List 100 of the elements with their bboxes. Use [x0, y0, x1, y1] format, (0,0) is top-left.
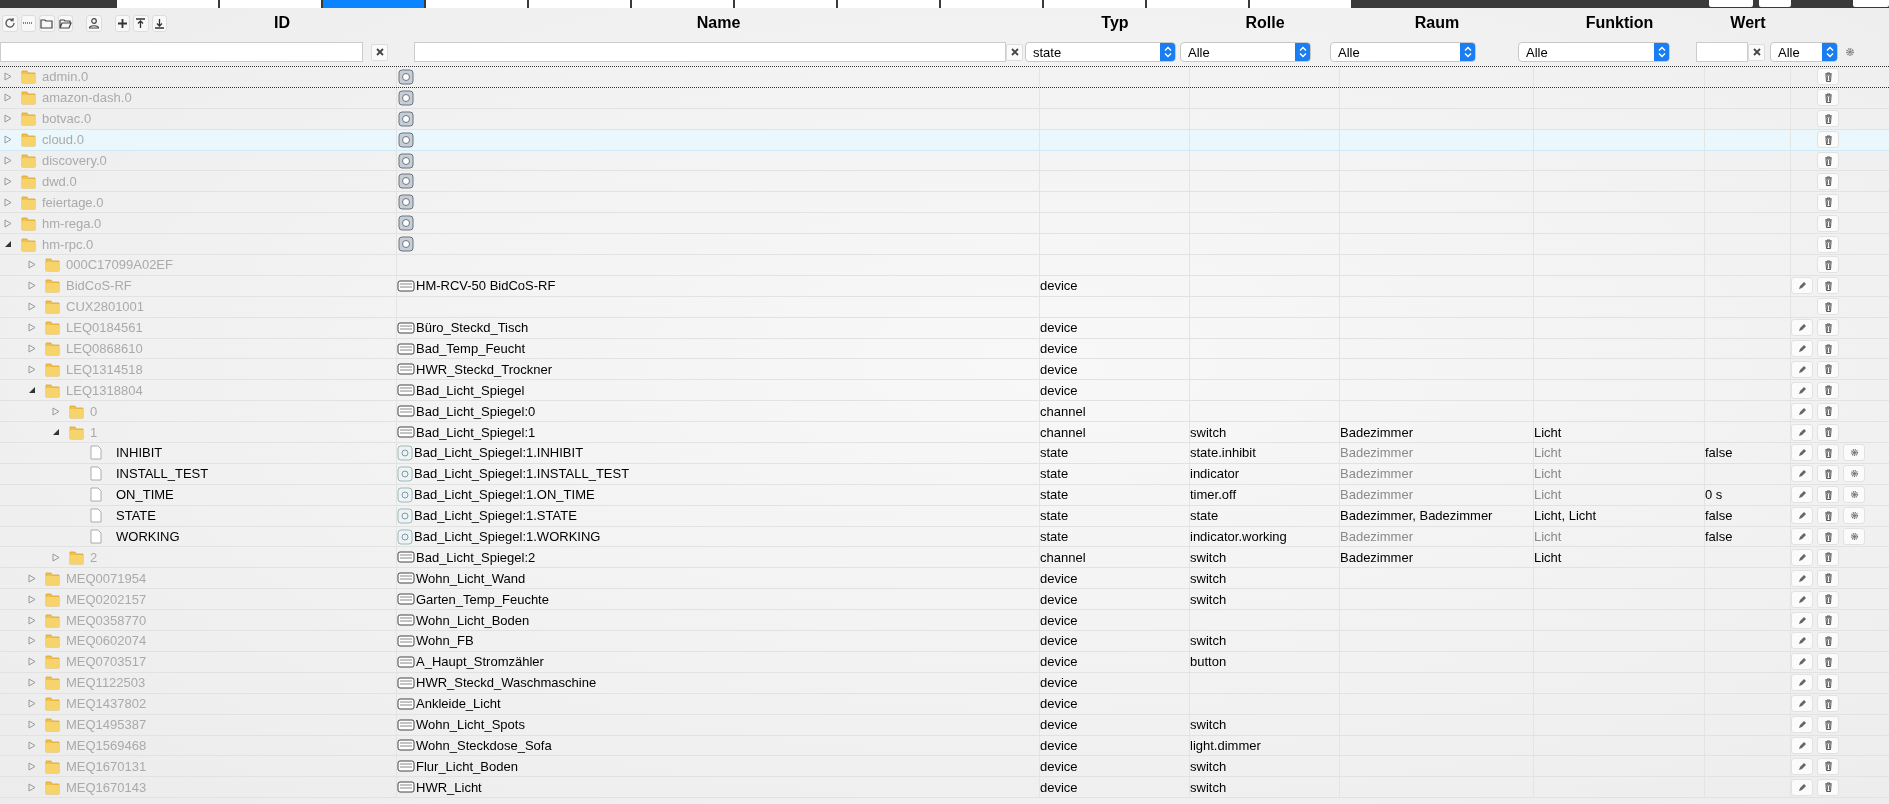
- delete-button[interactable]: [1817, 611, 1839, 629]
- tree-row[interactable]: 0 Bad_Licht_Spiegel:0 channel: [0, 401, 1889, 423]
- role-select[interactable]: Alle: [1180, 42, 1311, 62]
- upload-button[interactable]: [133, 14, 149, 32]
- delete-button[interactable]: [1817, 360, 1839, 378]
- edit-button[interactable]: [1791, 611, 1813, 629]
- delete-button[interactable]: [1817, 152, 1839, 169]
- edit-button[interactable]: [1791, 465, 1813, 483]
- delete-button[interactable]: [1817, 193, 1839, 211]
- add-button[interactable]: [114, 14, 130, 32]
- edit-button[interactable]: [1791, 528, 1813, 546]
- delete-button[interactable]: [1817, 465, 1839, 483]
- settings-button[interactable]: [1843, 444, 1865, 462]
- list-button[interactable]: [20, 14, 36, 32]
- settings-button[interactable]: [1843, 45, 1857, 59]
- edit-button[interactable]: [1791, 736, 1813, 754]
- edit-button[interactable]: [1791, 674, 1813, 692]
- tree-row[interactable]: 2 Bad_Licht_Spiegel:2 channel switch Badezimmer Licht: [0, 547, 1889, 569]
- edit-button[interactable]: [1791, 381, 1813, 399]
- tree-row[interactable]: MEQ0202157 Garten_Temp_Feuchte device switch: [0, 589, 1889, 611]
- delete-button[interactable]: [1817, 68, 1839, 86]
- settings-button[interactable]: [1843, 486, 1865, 504]
- edit-button[interactable]: [1791, 277, 1813, 295]
- collapsed-caret-icon[interactable]: [4, 135, 12, 145]
- delete-button[interactable]: [1817, 214, 1839, 232]
- edit-button[interactable]: [1791, 716, 1813, 734]
- delete-button[interactable]: [1817, 695, 1839, 713]
- tree-row[interactable]: WORKING Bad_Licht_Spiegel:1.WORKING state indicator.working Badezimmer Licht false: [0, 526, 1889, 548]
- delete-button[interactable]: [1817, 486, 1839, 504]
- settings-button[interactable]: [1843, 507, 1865, 525]
- tree-row[interactable]: MEQ0703517 A_Haupt_Stromzähler device button: [0, 651, 1889, 673]
- delete-button[interactable]: [1817, 235, 1839, 253]
- expand-button[interactable]: [57, 14, 73, 32]
- delete-button[interactable]: [1817, 277, 1839, 295]
- tree-row[interactable]: MEQ0602074 Wohn_FB device switch: [0, 631, 1889, 652]
- delete-button[interactable]: [1817, 256, 1839, 274]
- tree-row[interactable]: MEQ1122503 HWR_Steckd_Waschmaschine device: [0, 672, 1889, 694]
- delete-button[interactable]: [1817, 131, 1839, 149]
- edit-button[interactable]: [1791, 653, 1813, 671]
- edit-button[interactable]: [1791, 360, 1813, 378]
- tree-row[interactable]: STATE Bad_Licht_Spiegel:1.STATE state state Badezimmer, Badezimmer Licht, Licht false: [0, 505, 1889, 527]
- edit-button[interactable]: [1791, 507, 1813, 525]
- delete-button[interactable]: [1817, 632, 1839, 650]
- tree-row[interactable]: BidCoS-RF HM-RCV-50 BidCoS-RF device: [0, 275, 1889, 297]
- edit-button[interactable]: [1791, 632, 1813, 650]
- tree-row[interactable]: 1 Bad_Licht_Spiegel:1 channel switch Badezimmer Licht: [0, 422, 1889, 444]
- delete-button[interactable]: [1817, 548, 1839, 566]
- download-button[interactable]: [151, 14, 167, 32]
- expanded-caret-icon[interactable]: [4, 240, 12, 249]
- tree-row[interactable]: INSTALL_TEST Bad_Licht_Spiegel:1.INSTALL_TEST state indicator Badezimmer Licht: [0, 463, 1889, 485]
- tree-row[interactable]: INHIBIT Bad_Licht_Spiegel:1.INHIBIT state state.inhibit Badezimmer Licht false: [0, 443, 1889, 464]
- room-select[interactable]: Alle: [1330, 42, 1476, 62]
- delete-button[interactable]: [1817, 674, 1839, 692]
- settings-button[interactable]: [1843, 465, 1865, 483]
- clear-button[interactable]: [1006, 43, 1023, 61]
- expanded-caret-icon[interactable]: [28, 386, 36, 395]
- delete-button[interactable]: [1817, 590, 1839, 608]
- tree-row[interactable]: MEQ1670143 HWR_Licht device switch: [0, 777, 1889, 799]
- edit-button[interactable]: [1791, 590, 1813, 608]
- delete-button[interactable]: [1817, 381, 1839, 399]
- tree-row[interactable]: MEQ0071954 Wohn_Licht_Wand device switch: [0, 568, 1889, 590]
- tree-row[interactable]: MEQ1670131 Flur_Licht_Boden device switch: [0, 756, 1889, 778]
- delete-button[interactable]: [1817, 172, 1839, 190]
- tree-row[interactable]: MEQ1569468 Wohn_Steckdose_Sofa device light.dimmer: [0, 735, 1889, 757]
- delete-button[interactable]: [1817, 778, 1839, 796]
- delete-button[interactable]: [1817, 716, 1839, 734]
- value-filter-field[interactable]: [1696, 42, 1748, 62]
- tree-row[interactable]: LEQ1318804 Bad_Licht_Spiegel device: [0, 380, 1889, 402]
- delete-button[interactable]: [1817, 89, 1839, 107]
- edit-button[interactable]: [1791, 695, 1813, 713]
- edit-button[interactable]: [1791, 569, 1813, 587]
- edit-button[interactable]: [1791, 444, 1813, 462]
- clear-button[interactable]: [371, 43, 388, 61]
- edit-button[interactable]: [1791, 423, 1813, 441]
- id-filter-field[interactable]: [0, 42, 363, 62]
- edit-button[interactable]: [1791, 402, 1813, 420]
- user-button[interactable]: [86, 14, 102, 32]
- delete-button[interactable]: [1817, 444, 1839, 462]
- edit-button[interactable]: [1791, 486, 1813, 504]
- tree-row[interactable]: LEQ0868610 Bad_Temp_Feucht device: [0, 338, 1889, 360]
- tree-row[interactable]: ON_TIME Bad_Licht_Spiegel:1.ON_TIME state timer.off Badezimmer Licht 0 s: [0, 484, 1889, 506]
- delete-button[interactable]: [1817, 507, 1839, 525]
- settings-button[interactable]: [1843, 528, 1865, 546]
- value-select[interactable]: Alle: [1770, 42, 1838, 62]
- expanded-caret-icon[interactable]: [52, 428, 60, 437]
- tree-row[interactable]: MEQ1495387 Wohn_Licht_Spots device switch: [0, 714, 1889, 736]
- tree-row[interactable]: MEQ0358770 Wohn_Licht_Boden device: [0, 610, 1889, 632]
- tree-row[interactable]: MEQ1437802 Ankleide_Licht device: [0, 693, 1889, 715]
- delete-button[interactable]: [1817, 298, 1839, 316]
- type-select[interactable]: state: [1025, 42, 1176, 62]
- tree-row[interactable]: LEQ0184561 Büro_Steckd_Tisch device: [0, 317, 1889, 339]
- delete-button[interactable]: [1817, 528, 1839, 546]
- delete-button[interactable]: [1817, 736, 1839, 754]
- delete-button[interactable]: [1817, 340, 1839, 357]
- delete-button[interactable]: [1817, 653, 1839, 671]
- edit-button[interactable]: [1791, 319, 1813, 337]
- delete-button[interactable]: [1817, 757, 1839, 775]
- name-filter-field[interactable]: [414, 42, 1006, 62]
- delete-button[interactable]: [1817, 569, 1839, 587]
- delete-button[interactable]: [1817, 423, 1839, 441]
